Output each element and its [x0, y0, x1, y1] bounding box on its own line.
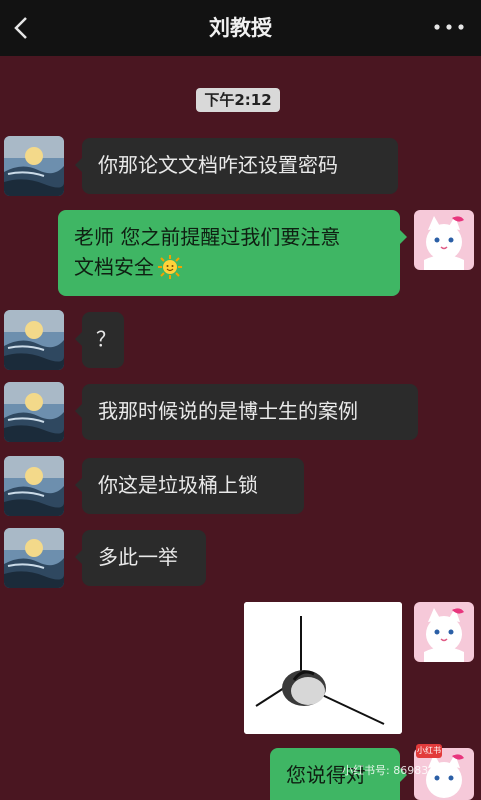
- message-text-line1: 老师 您之前提醒过我们要注意: [74, 225, 341, 249]
- message-bubble-2[interactable]: 老师 您之前提醒过我们要注意 文档安全: [58, 210, 407, 296]
- professor-avatar[interactable]: [4, 382, 64, 442]
- professor-avatar[interactable]: [4, 528, 64, 588]
- message-bubble-4[interactable]: 我那时候说的是博士生的案例: [75, 384, 418, 440]
- message-bubble-6[interactable]: 多此一举: [75, 530, 206, 586]
- professor-avatar[interactable]: [4, 456, 64, 516]
- watermark-text: 小红书号: 86983: [342, 764, 429, 777]
- landscape-avatar-icon: [4, 528, 64, 588]
- chat-title: 刘教授: [209, 16, 272, 40]
- message-text-line2: 文档安全: [74, 255, 154, 279]
- white-cat-avatar-icon: [414, 210, 474, 270]
- timestamp: 下午2:12: [196, 88, 280, 112]
- message-text: ？: [96, 327, 116, 351]
- white-cat-avatar-icon: [414, 602, 474, 662]
- professor-avatar[interactable]: [4, 136, 64, 196]
- locked-trash-can-image: [244, 602, 402, 734]
- landscape-avatar-icon: [4, 136, 64, 196]
- landscape-avatar-icon: [4, 382, 64, 442]
- message-bubble-5[interactable]: 你这是垃圾桶上锁: [75, 458, 304, 514]
- message-text: 我那时候说的是博士生的案例: [98, 399, 358, 423]
- professor-avatar[interactable]: [4, 310, 64, 370]
- more-dots-icon[interactable]: [433, 22, 465, 32]
- message-bubble-3[interactable]: ？: [75, 312, 124, 368]
- message-text: 你那论文文档咋还设置密码: [98, 153, 338, 177]
- message-text: 多此一举: [98, 545, 178, 569]
- watermark-logo: 小红书: [416, 744, 442, 758]
- sun-smile-emoji-icon: [158, 255, 182, 279]
- image-message[interactable]: [244, 602, 402, 734]
- user-avatar[interactable]: [414, 210, 474, 270]
- user-avatar[interactable]: [414, 602, 474, 662]
- message-text: 你这是垃圾桶上锁: [98, 473, 258, 497]
- top-bar: 刘教授: [0, 0, 481, 56]
- landscape-avatar-icon: [4, 310, 64, 370]
- message-bubble-1[interactable]: 你那论文文档咋还设置密码: [75, 138, 398, 194]
- landscape-avatar-icon: [4, 456, 64, 516]
